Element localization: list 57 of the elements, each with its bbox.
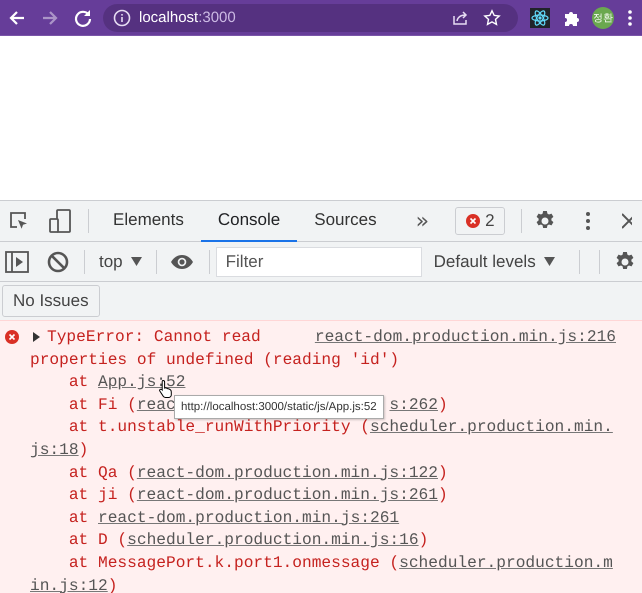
share-icon — [451, 8, 469, 26]
device-icon — [49, 209, 71, 233]
address-bar[interactable]: localhost:3000 — [103, 4, 518, 32]
error-text: ) — [438, 485, 448, 506]
error-text: ) — [438, 394, 448, 416]
info-icon — [113, 8, 131, 26]
source-link[interactable]: reac — [136, 394, 176, 416]
expand-toggle[interactable] — [32, 332, 41, 342]
error-icon — [466, 214, 480, 228]
error-text: at Qa ( — [68, 462, 137, 484]
source-link[interactable]: scheduler.production.min.js:16 — [127, 529, 419, 552]
source-link[interactable]: scheduler.production.min. — [370, 416, 613, 439]
source-link[interactable]: scheduler.production.m — [399, 552, 613, 575]
panel-tab[interactable]: Elements — [96, 200, 201, 242]
kebab-menu-icon — [586, 212, 590, 230]
reload-icon — [72, 8, 92, 28]
triangle-icon — [32, 332, 41, 342]
sidebar-icon — [5, 250, 29, 272]
error-text: TypeError: Cannot read — [47, 327, 261, 348]
source-link[interactable]: react-dom.production.min.js:261 — [136, 484, 438, 507]
filter-field[interactable]: Filter — [216, 246, 422, 276]
error-icon — [5, 330, 19, 344]
issues-button[interactable]: No Issues — [2, 285, 100, 317]
source-link[interactable]: js:18 — [30, 438, 79, 462]
error-text: ) — [418, 530, 428, 552]
error-text: at t.unstable_runWithPriority ( — [68, 417, 370, 438]
source-link[interactable]: s:262 — [389, 394, 438, 416]
error-text: at — [68, 508, 90, 529]
error-text: ) — [438, 462, 448, 484]
error-count-button[interactable]: 2 — [455, 207, 505, 235]
url-text: localhost:3000 — [139, 9, 236, 26]
source-link[interactable]: App.js:52 — [98, 371, 186, 394]
panel-tab[interactable]: Sources — [297, 200, 394, 242]
error-text: at Fi ( — [68, 394, 137, 416]
error-text: ) — [108, 576, 118, 593]
close-icon — [622, 213, 632, 229]
context-dropdown[interactable]: top — [89, 252, 152, 272]
error-text: at MessagePort.k.port1.onmessage ( — [68, 552, 400, 574]
error-text: properties of undefined (reading 'id') — [30, 350, 400, 371]
atom-icon — [530, 8, 550, 28]
caret-icon — [544, 257, 555, 266]
caret-icon — [130, 257, 142, 266]
source-link[interactable]: react-dom.production.min.js:216 — [314, 326, 616, 349]
source-link[interactable]: react-dom.production.min.js:122 — [136, 462, 438, 484]
eye-icon — [170, 254, 194, 270]
log-levels-dropdown[interactable]: Default levels — [424, 252, 565, 272]
source-link[interactable]: in.js:12 — [30, 574, 108, 593]
error-text: at — [68, 372, 90, 394]
tooltip: http://localhost:3000/static/js/App.js:52 — [174, 395, 384, 419]
more-tabs-button[interactable]: » — [404, 208, 442, 234]
error-text: at ji ( — [68, 485, 137, 506]
kebab-menu-icon — [628, 10, 632, 26]
block-icon — [47, 250, 69, 272]
error-text: at D ( — [68, 530, 128, 552]
star-icon — [483, 8, 501, 26]
error-text: ) — [78, 440, 88, 461]
source-link[interactable]: react-dom.production.min.js:261 — [98, 506, 400, 530]
